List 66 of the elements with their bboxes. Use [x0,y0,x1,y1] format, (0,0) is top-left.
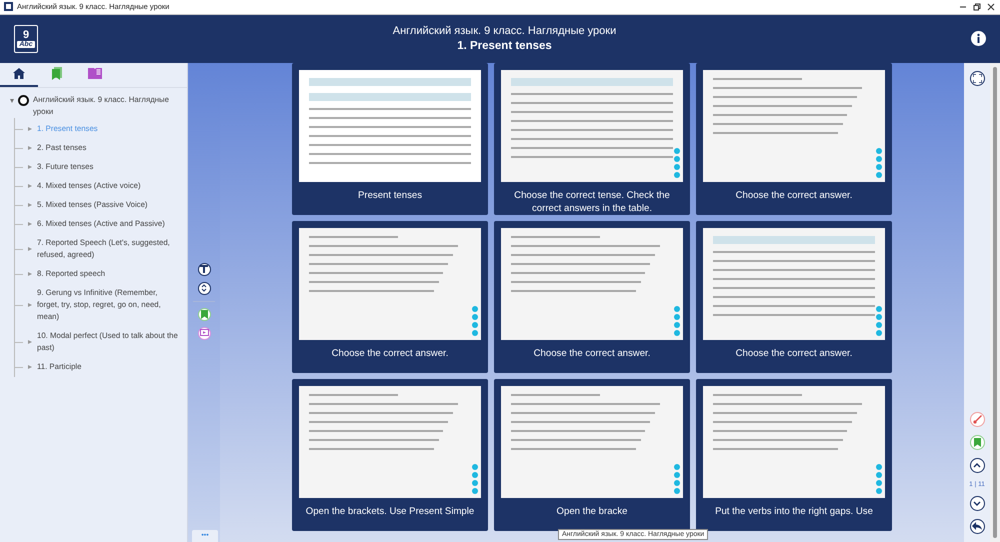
home-icon [13,68,25,80]
close-icon[interactable] [986,2,996,12]
info-icon[interactable] [971,31,986,46]
expand-arrow-icon[interactable] [28,127,32,132]
worksheet-thumbnail[interactable] [299,228,481,340]
worksheet-thumbnail[interactable] [299,386,481,498]
header-title: Английский язык. 9 класс. Наглядные уроки [392,25,616,38]
tool-button[interactable] [198,282,210,295]
lesson-card[interactable]: Choose the correct answer. [696,62,892,215]
card-caption: Present tenses [357,188,423,202]
expand-arrow-icon[interactable] [28,203,32,208]
card-caption: Choose the correct tense. Check the correct answers in the table. [513,188,671,215]
brush-icon [972,414,982,424]
lesson-card[interactable]: Choose the correct answer. [696,220,892,373]
chevron-up-icon [973,462,981,468]
expand-arrow-icon[interactable] [28,184,32,188]
expand-arrow-icon[interactable] [28,272,32,276]
filter-icon [200,265,208,274]
card-caption: Choose the correct answer. [532,346,652,360]
rail-button[interactable] [970,458,984,473]
expand-collapse-icon [201,284,207,292]
lesson-card[interactable]: Choose the correct tense. Check the correct answers in the table. [494,62,690,215]
expand-arrow-icon[interactable] [28,340,32,344]
expand-arrow-icon[interactable] [28,222,32,226]
worksheet-thumbnail[interactable] [703,228,885,340]
scrollbar-thumb[interactable] [993,66,997,538]
rail-button[interactable] [970,496,984,511]
logo-number: 9 [22,30,30,41]
rail-button[interactable] [970,518,984,534]
worksheet-thumbnail[interactable] [703,386,885,498]
expand-arrow-icon[interactable] [28,365,32,370]
bookmarks-icon [51,67,63,80]
back-arrow-icon [972,522,982,530]
lesson-card[interactable]: Put the verbs into the right gaps. Use [696,378,892,531]
card-caption: Choose the correct answer. [734,188,854,202]
screen-icon [200,329,208,338]
lesson-card[interactable]: Choose the correct answer. [494,220,690,373]
expand-arrow-icon[interactable] [28,146,32,150]
worksheet-thumbnail[interactable] [501,228,683,340]
card-caption: Choose the correct answer. [734,346,854,360]
lesson-card[interactable]: Choose the correct answer. [292,220,488,373]
tool-button[interactable] [198,262,210,276]
lesson-card[interactable]: Open the bracke [494,378,690,531]
expand-arrow-icon[interactable] [28,247,32,252]
bookmark-icon [974,438,980,447]
book-icon [88,68,102,80]
lesson-title: 1. Present tenses [457,40,552,52]
worksheet-thumbnail[interactable] [299,70,481,182]
rail-button[interactable] [970,70,984,86]
expand-caret-icon[interactable] [10,98,14,103]
card-caption: Put the verbs into the right gaps. Use [714,504,874,518]
card-caption: Open the bracke [556,504,628,518]
restore-icon[interactable] [972,2,982,12]
lesson-card[interactable]: Open the brackets. Use Present Simple [292,378,488,531]
lesson-card[interactable]: Present tenses [292,62,488,215]
card-caption: Choose the correct answer. [330,346,450,360]
worksheet-thumbnail[interactable] [703,70,885,182]
card-caption: Open the brackets. Use Present Simple [304,504,476,518]
expand-arrow-icon[interactable] [28,303,32,308]
course-icon [18,94,29,106]
worksheet-thumbnail[interactable] [501,70,683,182]
chevron-down-icon [973,500,981,506]
expand-arrow-icon[interactable] [28,165,32,170]
worksheet-thumbnail[interactable] [501,386,683,498]
bookmark-icon [200,310,208,319]
fullscreen-icon [972,74,982,83]
